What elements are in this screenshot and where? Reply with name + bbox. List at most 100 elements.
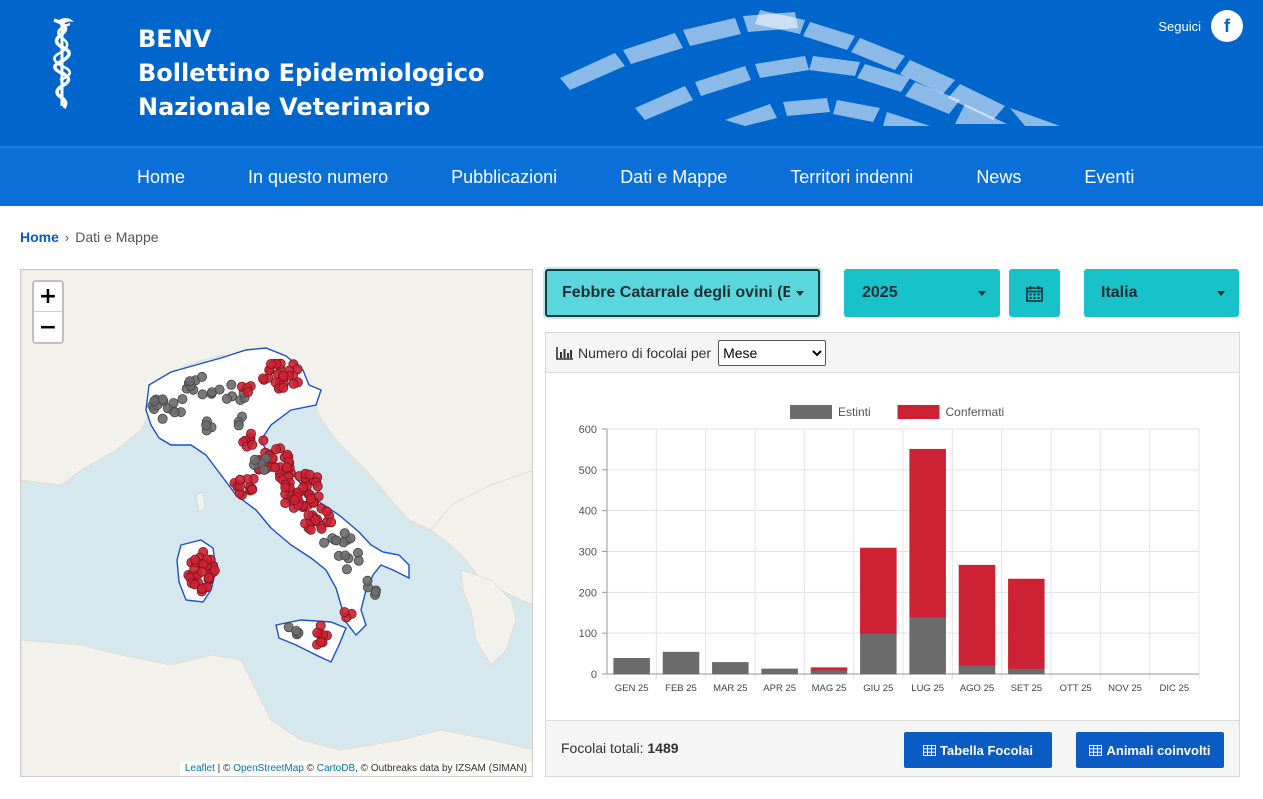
year-select[interactable]: 2025 [844, 269, 1000, 317]
leaflet-link[interactable]: Leaflet [185, 763, 215, 774]
outbreak-marker-estinto[interactable] [233, 420, 244, 431]
outbreak-marker-estinto[interactable] [177, 394, 188, 405]
outbreak-marker-estinto[interactable] [197, 389, 208, 400]
outbreak-marker-confermato[interactable] [281, 462, 292, 473]
zoom-out-button[interactable]: − [34, 312, 62, 342]
outbreak-marker-confermato[interactable] [242, 387, 253, 398]
cartodb-link[interactable]: CartoDB [317, 763, 355, 774]
outbreak-marker-confermato[interactable] [247, 439, 258, 450]
outbreak-marker-confermato[interactable] [321, 506, 332, 517]
period-select[interactable]: Mese [718, 339, 827, 366]
caret-down-icon [978, 290, 986, 296]
nav-item-home[interactable]: Home [137, 167, 185, 188]
outbreak-marker-estinto[interactable] [341, 564, 352, 575]
outbreak-marker-estinto[interactable] [201, 420, 212, 431]
outbreak-marker-confermato[interactable] [339, 607, 350, 618]
caret-down-icon [796, 290, 804, 296]
facebook-icon[interactable]: f [1211, 10, 1243, 42]
outbreak-marker-estinto[interactable] [249, 454, 260, 465]
caduceus-icon[interactable] [44, 16, 80, 110]
outbreak-marker-estinto[interactable] [319, 537, 330, 548]
tabella-focolai-label: Tabella Focolai [940, 742, 1033, 758]
outbreak-marker-estinto[interactable] [168, 398, 179, 409]
breadcrumb-home-link[interactable]: Home [20, 229, 59, 245]
animali-coinvolti-button[interactable]: Animali coinvolti [1076, 732, 1224, 768]
osm-link[interactable]: OpenStreetMap [233, 763, 304, 774]
outbreak-marker-estinto[interactable] [331, 535, 342, 546]
region-select[interactable]: Italia [1084, 269, 1239, 317]
x-tick-label: GEN 25 [615, 683, 649, 694]
outbreak-marker-confermato[interactable] [304, 469, 315, 480]
outbreak-marker-confermato[interactable] [305, 524, 316, 535]
y-tick-label: 300 [579, 547, 597, 559]
disease-select[interactable]: Febbre Catarrale degli ovini (Bluetongue… [545, 269, 820, 317]
outbreak-marker-estinto[interactable] [157, 413, 168, 424]
map-attribution: Leaflet | © OpenStreetMap © CartoDB, © O… [179, 761, 532, 776]
outbreak-marker-confermato[interactable] [288, 378, 299, 389]
outbreak-marker-confermato[interactable] [245, 428, 256, 439]
bar-confermati [1008, 578, 1045, 669]
nav-item-news[interactable]: News [976, 167, 1021, 188]
outbreak-marker-confermato[interactable] [278, 371, 289, 382]
outbreak-marker-confermato[interactable] [316, 523, 327, 534]
outbreak-marker-confermato[interactable] [265, 359, 276, 370]
outbreak-marker-estinto[interactable] [291, 625, 302, 636]
outbreak-marker-confermato[interactable] [326, 517, 337, 528]
outbreak-marker-estinto[interactable] [169, 407, 180, 418]
outbreak-marker-confermato[interactable] [289, 494, 300, 505]
outbreak-marker-estinto[interactable] [339, 528, 350, 539]
outbreak-marker-estinto[interactable] [196, 371, 207, 382]
legend-label: Estinti [838, 405, 871, 419]
bar-estinti [613, 657, 650, 675]
outbreak-marker-confermato[interactable] [258, 435, 269, 446]
chart-panel: Numero di focolai per Mese 0 100 200 300 400… [545, 332, 1240, 777]
outbreak-marker-estinto[interactable] [370, 587, 381, 598]
outbreak-marker-estinto[interactable] [340, 550, 351, 561]
site-header: BENV Bollettino Epidemiologico Nazionale… [0, 0, 1263, 146]
outbreak-marker-estinto[interactable] [214, 384, 225, 395]
bar-confermati [958, 564, 996, 666]
site-title[interactable]: BENV Bollettino Epidemiologico Nazionale… [138, 22, 484, 124]
outbreak-marker-estinto[interactable] [226, 379, 237, 390]
outbreak-map[interactable]: + − Leaflet | © OpenStreetMap © CartoDB,… [20, 269, 533, 777]
outbreak-marker-confermato[interactable] [280, 498, 291, 509]
outbreak-marker-confermato[interactable] [305, 493, 316, 504]
outbreak-marker-confermato[interactable] [209, 565, 220, 576]
attr-rest: , © Outbreaks data by IZSAM (SIMAN) [355, 763, 527, 774]
outbreak-marker-estinto[interactable] [259, 464, 270, 475]
nav-item-in-questo-numero[interactable]: In questo numero [248, 167, 388, 188]
outbreak-marker-confermato[interactable] [269, 462, 280, 473]
nav-item-dati-e-mappe[interactable]: Dati e Mappe [620, 167, 727, 188]
zoom-in-button[interactable]: + [34, 282, 62, 312]
nav-item-territori-indenni[interactable]: Territori indenni [790, 167, 913, 188]
calendar-button[interactable] [1009, 269, 1060, 317]
outbreak-marker-estinto[interactable] [149, 395, 160, 406]
outbreak-marker-confermato[interactable] [298, 482, 309, 493]
tabella-focolai-button[interactable]: Tabella Focolai [904, 732, 1052, 768]
outbreak-marker-confermato[interactable] [312, 627, 323, 638]
outbreak-marker-confermato[interactable] [315, 636, 326, 647]
bar-estinti [761, 668, 798, 675]
outbreak-marker-confermato[interactable] [247, 484, 258, 495]
outbreak-marker-confermato[interactable] [278, 382, 289, 393]
outbreak-marker-confermato[interactable] [196, 583, 207, 594]
outbreak-marker-confermato[interactable] [190, 554, 201, 565]
nav-item-eventi[interactable]: Eventi [1084, 167, 1134, 188]
outbreak-marker-confermato[interactable] [312, 481, 323, 492]
outbreak-marker-estinto[interactable] [362, 575, 373, 586]
outbreak-marker-confermato[interactable] [235, 474, 246, 485]
outbreak-marker-estinto[interactable] [353, 555, 364, 566]
outbreak-marker-confermato[interactable] [271, 444, 282, 455]
outbreak-marker-confermato[interactable] [310, 515, 321, 526]
x-tick-label: MAG 25 [812, 683, 847, 694]
outbreak-marker-confermato[interactable] [280, 482, 291, 493]
nav-item-pubblicazioni[interactable]: Pubblicazioni [451, 167, 557, 188]
table-icon [923, 744, 937, 756]
outbreak-marker-confermato[interactable] [257, 373, 268, 384]
outbreak-marker-estinto[interactable] [221, 393, 232, 404]
table-icon [1089, 744, 1103, 756]
outbreak-marker-confermato[interactable] [197, 566, 208, 577]
outbreak-marker-estinto[interactable] [184, 376, 195, 387]
chevron-right-icon: › [64, 229, 70, 245]
outbreak-marker-estinto[interactable] [157, 394, 168, 405]
